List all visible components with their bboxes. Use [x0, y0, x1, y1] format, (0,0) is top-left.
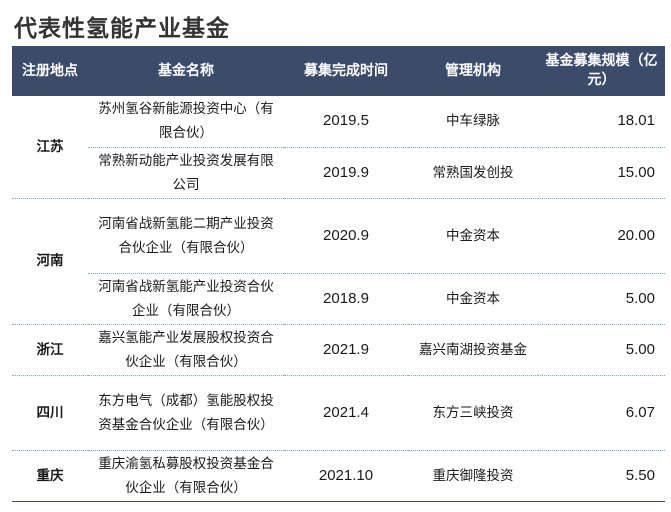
size-cell: 18.01	[538, 96, 665, 148]
manager-cell: 中车绿脉	[408, 96, 538, 148]
region-cell: 浙江	[12, 324, 88, 376]
date-cell: 2021.4	[284, 375, 408, 451]
header-fund-size: 基金募集规模（亿元）	[538, 46, 665, 96]
manager-cell: 中金资本	[408, 273, 538, 325]
region-cell: 江苏	[12, 96, 88, 199]
date-cell: 2021.10	[284, 450, 408, 502]
table-row: 浙江 嘉兴氢能产业发展股权投资合伙企业（有限合伙） 2021.9 嘉兴南湖投资基…	[12, 324, 665, 376]
header-completion-date: 募集完成时间	[284, 46, 408, 96]
size-cell: 15.00	[538, 147, 665, 199]
size-cell: 6.07	[538, 375, 665, 451]
fund-name-cell: 东方电气（成都）氢能股权投资基金合伙企业（有限合伙）	[88, 375, 284, 451]
manager-cell: 重庆御隆投资	[408, 450, 538, 502]
fund-table: 注册地点 基金名称 募集完成时间 管理机构 基金募集规模（亿元） 江苏 苏州氢谷…	[12, 46, 665, 502]
table-row: 江苏 苏州氢谷新能源投资中心（有限合伙） 2019.5 中车绿脉 18.01	[12, 96, 665, 199]
size-cell: 5.00	[538, 324, 665, 376]
date-cell: 2019.5	[284, 96, 408, 148]
date-cell: 2021.9	[284, 324, 408, 376]
table-header-row: 注册地点 基金名称 募集完成时间 管理机构 基金募集规模（亿元）	[12, 46, 665, 96]
size-cell: 5.00	[538, 273, 665, 325]
region-cell: 四川	[12, 375, 88, 451]
manager-cell: 中金资本	[408, 198, 538, 274]
date-cell: 2018.9	[284, 273, 408, 325]
manager-cell: 东方三峡投资	[408, 375, 538, 451]
page-title: 代表性氢能产业基金	[14, 16, 230, 42]
size-cell: 20.00	[538, 198, 665, 274]
fund-name-cell: 嘉兴氢能产业发展股权投资合伙企业（有限合伙）	[88, 324, 284, 376]
table-row: 河南省战新氢能产业投资合伙企业（有限合伙） 2018.9 中金资本 5.00	[12, 273, 665, 325]
header-manager: 管理机构	[408, 46, 538, 96]
size-cell: 5.50	[538, 450, 665, 502]
table-row: 四川 东方电气（成都）氢能股权投资基金合伙企业（有限合伙） 2021.4 东方三…	[12, 375, 665, 451]
table-row: 常熟新动能产业投资发展有限公司 2019.9 常熟国发创投 15.00	[12, 147, 665, 199]
header-region: 注册地点	[12, 46, 88, 96]
fund-name-cell: 河南省战新氢能二期产业投资合伙企业（有限合伙）	[88, 198, 284, 274]
fund-name-cell: 常熟新动能产业投资发展有限公司	[88, 147, 284, 199]
region-cell: 河南	[12, 198, 88, 325]
fund-name-cell: 重庆渝氢私募股权投资基金合伙企业（有限合伙）	[88, 450, 284, 502]
table-row: 河南 河南省战新氢能二期产业投资合伙企业（有限合伙） 2020.9 中金资本 2…	[12, 198, 665, 325]
manager-cell: 嘉兴南湖投资基金	[408, 324, 538, 376]
fund-name-cell: 河南省战新氢能产业投资合伙企业（有限合伙）	[88, 273, 284, 325]
date-cell: 2019.9	[284, 147, 408, 199]
table-row: 重庆 重庆渝氢私募股权投资基金合伙企业（有限合伙） 2021.10 重庆御隆投资…	[12, 450, 665, 502]
date-cell: 2020.9	[284, 198, 408, 274]
header-fund-name: 基金名称	[88, 46, 284, 96]
manager-cell: 常熟国发创投	[408, 147, 538, 199]
region-cell: 重庆	[12, 450, 88, 502]
fund-name-cell: 苏州氢谷新能源投资中心（有限合伙）	[88, 96, 284, 148]
